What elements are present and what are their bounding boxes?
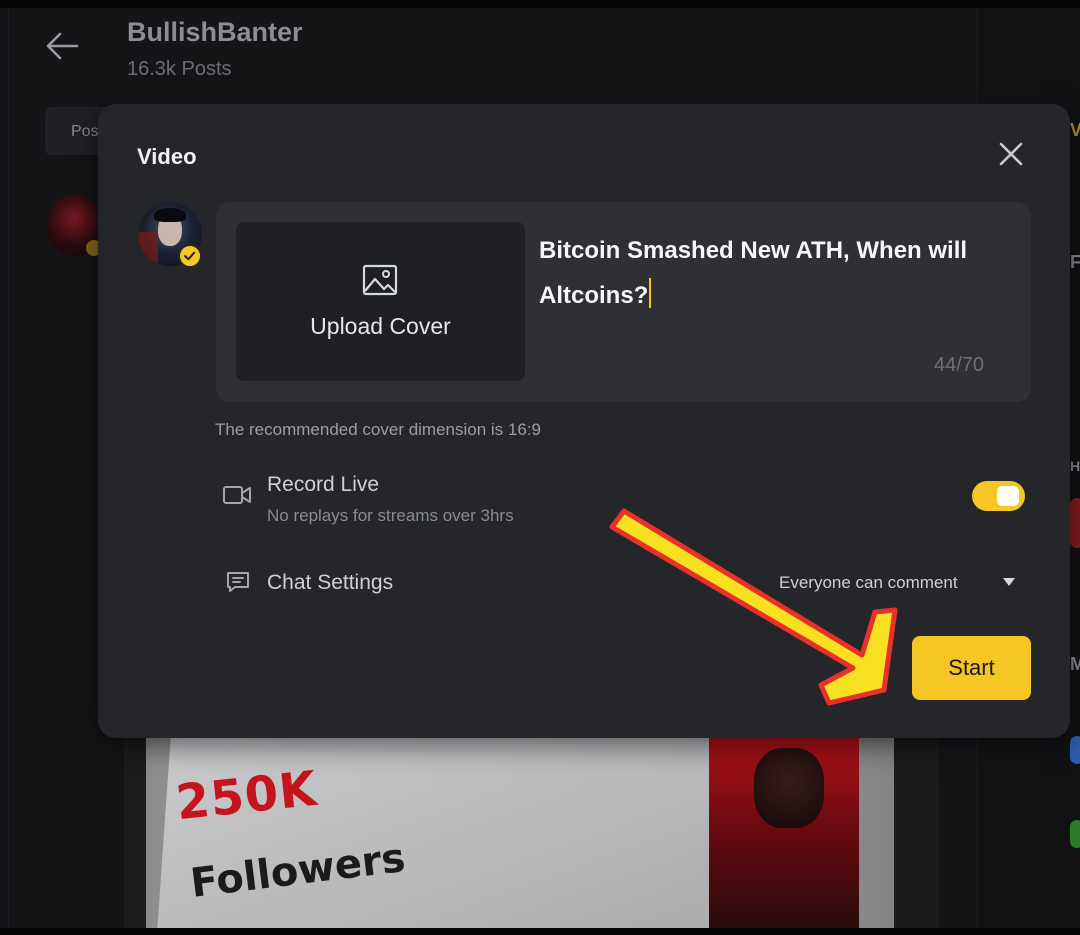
profile-post-count: 16.3k Posts (127, 58, 232, 80)
record-live-subtitle: No replays for streams over 3hrs (267, 506, 514, 525)
image-edge-right (894, 738, 939, 928)
post-image: 250K Followers (124, 738, 939, 928)
chat-settings-value: Everyone can comment (779, 573, 958, 592)
top-strip (0, 0, 1080, 8)
right-red-badge (1070, 498, 1080, 548)
avatar-red-accent (138, 232, 158, 266)
caret-down-icon (1003, 578, 1015, 586)
post-composer: Upload Cover Bitcoin Smashed New ATH, Wh… (216, 202, 1031, 402)
back-arrow-icon[interactable] (44, 30, 80, 62)
right-letter-h: H (1070, 458, 1080, 474)
image-edge-left (124, 738, 146, 928)
bottom-strip (0, 928, 1080, 935)
video-camera-icon (223, 486, 251, 504)
image-icon (362, 264, 398, 296)
video-modal: Video Upload Cover Bitcoin Smashed New A… (98, 104, 1070, 738)
close-icon[interactable] (997, 140, 1025, 168)
right-letter-m: M (1070, 654, 1080, 674)
upload-cover-button[interactable]: Upload Cover (236, 222, 525, 381)
right-letter-v: V (1070, 120, 1080, 140)
right-green-dot (1070, 820, 1080, 848)
record-live-title: Record Live (267, 473, 380, 496)
avatar-hair (154, 208, 186, 222)
toggle-knob (997, 486, 1019, 506)
cover-recommendation: The recommended cover dimension is 16:9 (215, 420, 541, 439)
text-caret (649, 278, 652, 308)
verified-check-icon (178, 244, 202, 268)
title-text: Bitcoin Smashed New ATH, When will Altco… (539, 237, 968, 309)
start-button[interactable]: Start (912, 636, 1031, 700)
chat-settings-title: Chat Settings (267, 571, 394, 594)
chat-settings-select[interactable]: Everyone can comment (758, 569, 1023, 599)
title-input[interactable]: Bitcoin Smashed New ATH, When will Altco… (539, 228, 1009, 328)
right-blue-dot (1070, 736, 1080, 764)
right-letter-f: F (1070, 252, 1080, 272)
char-count: 44/70 (934, 354, 985, 376)
image-person-head (754, 748, 824, 828)
upload-cover-label: Upload Cover (310, 313, 451, 339)
modal-title: Video (137, 144, 197, 169)
record-live-toggle[interactable] (972, 481, 1025, 511)
profile-name: BullishBanter (127, 17, 303, 47)
chat-bubble-icon (227, 572, 249, 592)
